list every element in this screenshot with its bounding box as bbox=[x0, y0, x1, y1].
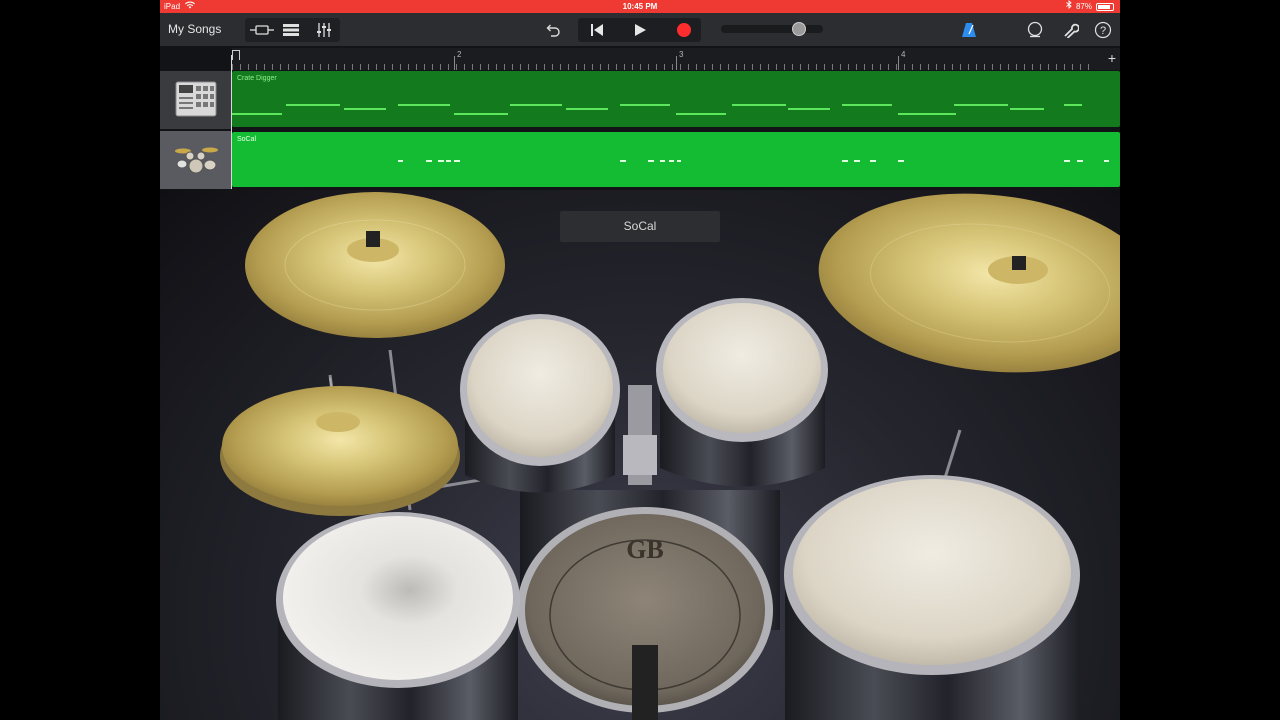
drum-kit: GB bbox=[220, 190, 1120, 720]
undo-icon[interactable] bbox=[541, 18, 565, 42]
add-section-button[interactable]: + bbox=[1108, 51, 1116, 65]
tracks-view-icon[interactable] bbox=[279, 18, 303, 42]
track-header-crate-digger[interactable] bbox=[160, 71, 231, 129]
toolbar: My Songs ? bbox=[160, 13, 1120, 46]
ride-cymbal[interactable] bbox=[810, 190, 1120, 388]
wrench-icon[interactable] bbox=[1060, 18, 1082, 42]
midi-notes bbox=[232, 104, 1082, 115]
loop-icon[interactable] bbox=[1024, 18, 1046, 42]
bar-tick bbox=[454, 56, 455, 70]
status-right: 87% bbox=[1066, 0, 1114, 13]
timeline-ruler[interactable]: 2 3 4 + bbox=[232, 48, 1120, 70]
tom-right[interactable] bbox=[656, 298, 828, 487]
drum-hits bbox=[398, 160, 1109, 162]
track-header-socal[interactable] bbox=[160, 131, 231, 189]
play-icon[interactable] bbox=[628, 18, 652, 42]
ruler-ticks bbox=[232, 64, 1096, 70]
battery-percent: 87% bbox=[1075, 2, 1092, 11]
crash-cymbal[interactable] bbox=[245, 192, 505, 338]
svg-text:?: ? bbox=[1100, 25, 1106, 37]
garageband-screen: iPad 10:45 PM 87% My Songs ? 2 3 4 + Cra… bbox=[160, 0, 1120, 720]
browser-view-icon[interactable] bbox=[248, 18, 276, 42]
help-icon[interactable]: ? bbox=[1092, 18, 1114, 42]
hi-hat[interactable] bbox=[220, 377, 460, 516]
battery-icon bbox=[1096, 2, 1114, 11]
bluetooth-icon bbox=[1066, 0, 1072, 13]
bar-tick bbox=[898, 56, 899, 70]
beat-sequencer-icon bbox=[175, 81, 217, 117]
record-icon[interactable] bbox=[672, 18, 696, 42]
status-bar: iPad 10:45 PM 87% bbox=[160, 0, 1120, 13]
drum-kit-name-button[interactable]: SoCal bbox=[560, 211, 720, 242]
status-time: 10:45 PM bbox=[622, 2, 658, 11]
region-crate-digger[interactable]: Crate Digger bbox=[232, 71, 1120, 127]
kick-pedal[interactable] bbox=[623, 385, 657, 485]
playhead-handle[interactable] bbox=[232, 50, 240, 60]
tom-left[interactable] bbox=[460, 314, 620, 493]
floor-tom[interactable] bbox=[784, 475, 1080, 720]
bass-drum[interactable]: GB bbox=[517, 490, 780, 720]
volume-knob[interactable] bbox=[792, 22, 806, 36]
playhead-line bbox=[231, 55, 232, 189]
my-songs-button[interactable]: My Songs bbox=[168, 22, 221, 36]
go-to-start-icon[interactable] bbox=[585, 18, 609, 42]
mixer-icon[interactable] bbox=[312, 18, 336, 42]
bar-label: 4 bbox=[901, 50, 906, 59]
bar-tick bbox=[676, 56, 677, 70]
master-volume-slider[interactable] bbox=[721, 22, 823, 36]
bar-label: 3 bbox=[679, 50, 684, 59]
snare-drum[interactable] bbox=[276, 512, 520, 720]
drum-kit-icon bbox=[175, 147, 218, 174]
metronome-icon[interactable] bbox=[958, 18, 980, 42]
bass-drum-logo: GB bbox=[626, 535, 664, 564]
region-socal[interactable]: SoCal bbox=[232, 132, 1120, 187]
bar-label: 2 bbox=[457, 50, 462, 59]
